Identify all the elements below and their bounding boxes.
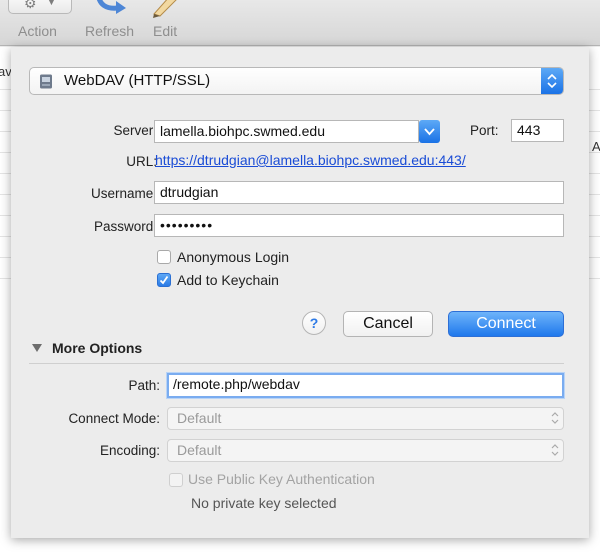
section-divider [29, 363, 564, 364]
public-key-auth-label: Use Public Key Authentication [188, 471, 375, 487]
password-value: ••••••••• [160, 217, 214, 233]
refresh-arrow-icon [96, 0, 126, 14]
action-button[interactable]: ⚙ ▼ [8, 0, 72, 14]
password-field[interactable]: ••••••••• [154, 214, 564, 237]
checkmark-icon [159, 275, 169, 285]
anonymous-login-label: Anonymous Login [177, 249, 290, 265]
connect-mode-value: Default [177, 410, 222, 426]
encoding-popup[interactable]: Default [167, 439, 564, 462]
path-label: Path: [128, 378, 160, 393]
refresh-toolbar-item[interactable]: Refresh [82, 0, 142, 46]
username-field[interactable]: dtrudgian [154, 181, 564, 204]
public-key-auth-checkbox[interactable] [169, 473, 183, 487]
password-label: Password: [93, 219, 157, 234]
server-combo-button[interactable] [419, 120, 440, 143]
up-down-arrows-icon [547, 73, 557, 89]
path-value: /remote.php/webdav [173, 376, 300, 392]
up-down-arrows-icon [551, 444, 559, 456]
edit-toolbar-item[interactable]: Edit [148, 0, 188, 46]
background-text-fragment: av [0, 64, 12, 79]
action-label: Action [18, 23, 57, 39]
url-label: URL: [126, 154, 157, 169]
chevron-down-icon [424, 128, 435, 136]
private-key-status: No private key selected [191, 495, 337, 511]
protocol-value: WebDAV (HTTP/SSL) [64, 72, 211, 89]
port-value: 443 [517, 122, 541, 138]
path-field[interactable]: /remote.php/webdav [167, 373, 564, 398]
open-connection-sheet: WebDAV (HTTP/SSL) Server: lamella.biohpc… [11, 47, 589, 538]
triangle-down-icon[interactable] [32, 343, 42, 353]
url-link[interactable]: https://dtrudgian@lamella.biohpc.swmed.e… [155, 152, 466, 168]
connect-mode-label: Connect Mode: [68, 411, 160, 426]
protocol-stepper[interactable] [541, 68, 563, 94]
encoding-value: Default [177, 442, 222, 458]
cancel-button[interactable]: Cancel [343, 311, 433, 337]
connect-mode-popup[interactable]: Default [167, 407, 564, 430]
port-field[interactable]: 443 [511, 119, 564, 142]
pencil-icon [153, 0, 177, 18]
encoding-label: Encoding: [99, 443, 160, 458]
edit-label: Edit [153, 23, 178, 39]
username-value: dtrudgian [160, 184, 219, 200]
server-combobox[interactable]: lamella.biohpc.swmed.edu [154, 120, 419, 143]
more-options-heading[interactable]: More Options [52, 340, 142, 356]
add-to-keychain-checkbox[interactable] [157, 273, 171, 287]
refresh-label: Refresh [85, 23, 135, 39]
server-value: lamella.biohpc.swmed.edu [160, 123, 325, 139]
server-label: Server: [113, 123, 157, 138]
disk-icon [40, 74, 52, 89]
connect-button[interactable]: Connect [448, 311, 564, 337]
anonymous-login-checkbox[interactable] [157, 250, 171, 264]
background-text-fragment: A [592, 139, 600, 154]
protocol-popup[interactable]: WebDAV (HTTP/SSL) [29, 67, 564, 95]
up-down-arrows-icon [551, 412, 559, 424]
username-label: Username: [90, 186, 157, 201]
gear-icon: ⚙ [24, 0, 37, 11]
help-button[interactable]: ? [302, 311, 326, 335]
add-to-keychain-label: Add to Keychain [177, 272, 279, 288]
chevron-down-icon: ▼ [47, 0, 56, 7]
main-toolbar: ⚙ ▼ Action Refresh Edit [0, 0, 600, 46]
action-toolbar-item[interactable]: ⚙ ▼ Action [0, 0, 80, 46]
port-label: Port: [470, 123, 499, 138]
